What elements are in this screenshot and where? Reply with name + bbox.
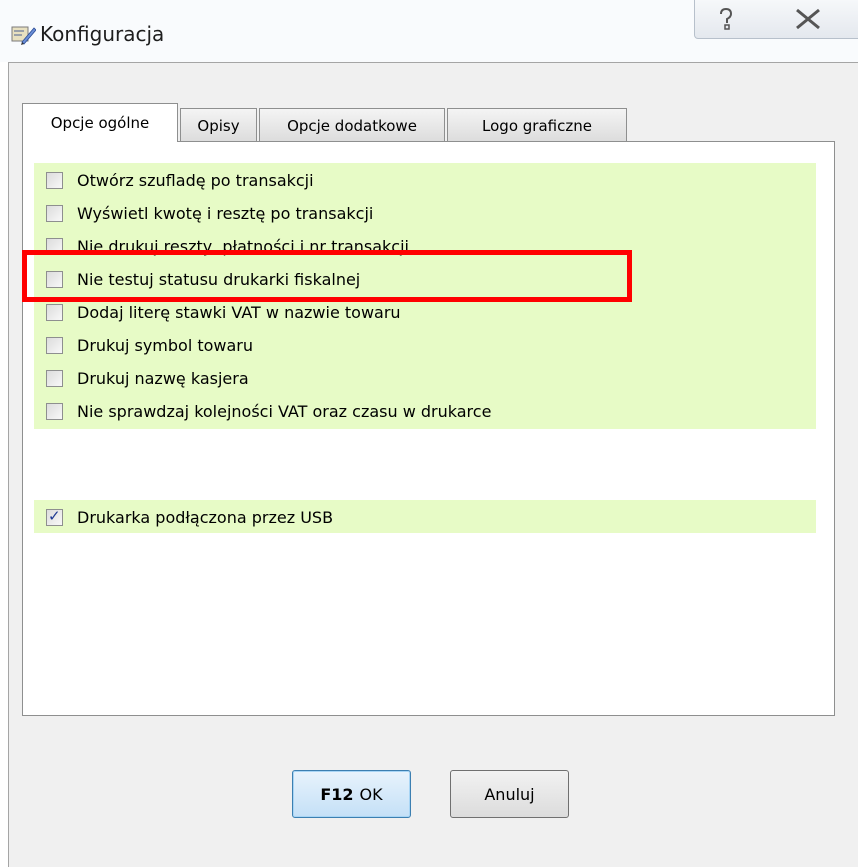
- option-otworz-szuflade[interactable]: Otwórz szufladę po transakcji: [34, 163, 816, 197]
- checkbox[interactable]: [46, 336, 63, 354]
- close-x-icon: [795, 8, 820, 30]
- option-label: Otwórz szufladę po transakcji: [77, 170, 314, 190]
- cancel-button[interactable]: Anuluj: [450, 770, 569, 818]
- tab-opisy[interactable]: Opisy: [180, 108, 257, 142]
- cancel-label: Anuluj: [484, 784, 535, 804]
- tab-label: Opcje ogólne: [50, 114, 150, 132]
- option-label: Drukuj nazwę kasjera: [77, 368, 249, 388]
- help-question-icon: [720, 7, 733, 30]
- tab-opcje-dodatkowe[interactable]: Opcje dodatkowe: [259, 108, 445, 142]
- close-button[interactable]: [757, 0, 858, 39]
- tab-label: Opcje dodatkowe: [287, 116, 417, 135]
- tab-label: Logo graficzne: [482, 116, 592, 135]
- option-drukuj-kasjera[interactable]: Drukuj nazwę kasjera: [34, 361, 816, 395]
- checkbox[interactable]: [46, 369, 63, 387]
- help-button[interactable]: [694, 0, 758, 39]
- option-label: Dodaj literę stawki VAT w nazwie towaru: [77, 302, 401, 322]
- checkbox-checked[interactable]: [46, 507, 63, 526]
- window-title: Konfiguracja: [40, 22, 165, 46]
- app-config-icon: [11, 26, 36, 45]
- option-label: Wyświetl kwotę i resztę po transakcji: [77, 203, 374, 223]
- checkbox[interactable]: [46, 204, 63, 222]
- tab-opcje-ogolne[interactable]: Opcje ogólne: [22, 103, 178, 142]
- option-usb[interactable]: Drukarka podłączona przez USB: [34, 500, 816, 534]
- ok-label: OK: [359, 784, 383, 804]
- option-label: Drukuj symbol towaru: [77, 335, 254, 355]
- tab-label: Opisy: [197, 116, 240, 135]
- option-drukuj-symbol[interactable]: Drukuj symbol towaru: [34, 328, 816, 362]
- usb-group: Drukarka podłączona przez USB: [34, 500, 816, 533]
- ok-button[interactable]: F12 OK: [292, 770, 411, 818]
- highlight-box: [22, 250, 632, 302]
- title-bar: Konfiguracja: [0, 0, 858, 62]
- checkbox[interactable]: [46, 402, 63, 420]
- option-nie-sprawdzaj-vat[interactable]: Nie sprawdzaj kolejności VAT oraz czasu …: [34, 394, 816, 428]
- option-label: Drukarka podłączona przez USB: [77, 507, 334, 527]
- ok-shortcut-key: F12: [320, 784, 354, 804]
- option-label: Nie sprawdzaj kolejności VAT oraz czasu …: [77, 401, 492, 421]
- tab-logo-graficzne[interactable]: Logo graficzne: [447, 108, 627, 142]
- option-wyswietl-kwote[interactable]: Wyświetl kwotę i resztę po transakcji: [34, 196, 816, 230]
- checkbox[interactable]: [46, 171, 63, 189]
- tab-panel-opcje-ogolne: Otwórz szufladę po transakcji Wyświetl k…: [22, 141, 835, 716]
- checkbox[interactable]: [46, 303, 63, 321]
